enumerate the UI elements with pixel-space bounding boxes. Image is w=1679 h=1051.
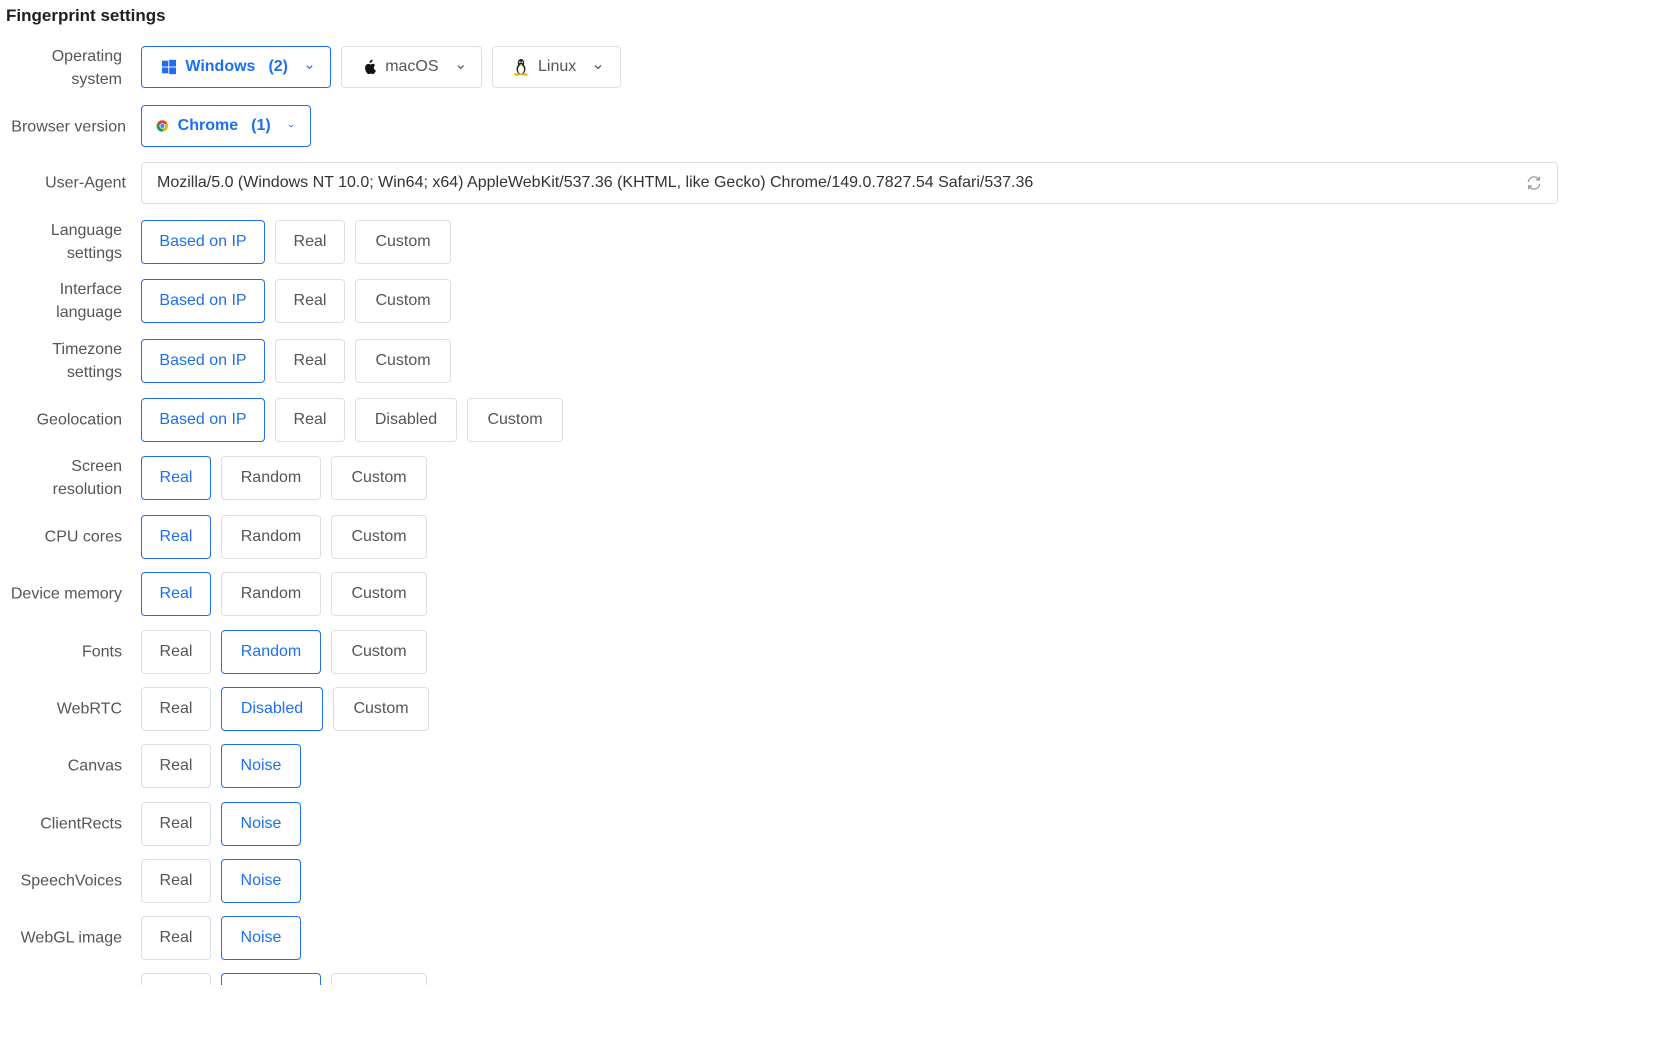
webrtc-label: WebRTC: [56, 700, 122, 718]
canvas-row: Canvas Real Noise: [0, 744, 1679, 788]
speechvoices-option-noise[interactable]: Noise: [221, 859, 301, 903]
cpu-cores-option-random[interactable]: Random: [221, 515, 321, 559]
webgl-image-option-real[interactable]: Real: [141, 916, 211, 960]
os-windows-label: Windows: [185, 58, 256, 75]
language-settings-option-based-on-ip[interactable]: Based on IP: [141, 220, 265, 264]
interface-language-label: Interface language: [56, 281, 122, 321]
browser-chrome-label: Chrome: [177, 117, 239, 134]
fingerprint-settings-page: Fingerprint settings Operating system Wi…: [0, 0, 1679, 1051]
os-macos-dropdown[interactable]: macOS: [341, 46, 482, 88]
interface-language-option-real[interactable]: Real: [275, 279, 345, 323]
interface-language-row: Interface language Based on IP Real Custom: [0, 279, 1679, 323]
timezone-settings-option-based-on-ip[interactable]: Based on IP: [141, 339, 265, 383]
interface-language-option-custom[interactable]: Custom: [355, 279, 451, 323]
browser-label: Browser version: [11, 118, 126, 136]
os-row: Operating system Windows (2) macOS Linux: [0, 46, 1679, 90]
timezone-settings-row: Timezone settings Based on IP Real Custom: [0, 339, 1679, 383]
user-agent-label: User-Agent: [45, 174, 126, 192]
screen-resolution-option-real[interactable]: Real: [141, 456, 211, 500]
cpu-cores-label: CPU cores: [44, 528, 122, 546]
webrtc-row: WebRTC Real Disabled Custom: [0, 687, 1679, 731]
speechvoices-option-real[interactable]: Real: [141, 859, 211, 903]
cpu-cores-option-real[interactable]: Real: [141, 515, 211, 559]
language-settings-option-custom[interactable]: Custom: [355, 220, 451, 264]
os-windows-dropdown[interactable]: Windows (2): [141, 46, 331, 88]
linux-icon: [514, 59, 528, 76]
timezone-settings-label: Timezone settings: [52, 341, 122, 381]
webgl-image-label: WebGL image: [20, 929, 122, 947]
cut-off-option[interactable]: [141, 973, 211, 985]
clientrects-option-real[interactable]: Real: [141, 802, 211, 846]
webgl-image-row: WebGL image Real Noise: [0, 916, 1679, 960]
clientrects-label: ClientRects: [40, 815, 122, 833]
browser-chrome-dropdown[interactable]: Chrome (1): [141, 105, 311, 147]
screen-resolution-label: Screen resolution: [52, 458, 122, 498]
geolocation-row: Geolocation Based on IP Real Disabled Custom: [0, 398, 1679, 442]
language-settings-row: Language settings Based on IP Real Custom: [0, 220, 1679, 264]
fonts-option-real[interactable]: Real: [141, 630, 211, 674]
webrtc-option-real[interactable]: Real: [141, 687, 211, 731]
speechvoices-label: SpeechVoices: [20, 872, 122, 890]
webrtc-option-disabled[interactable]: Disabled: [221, 687, 323, 731]
user-agent-field[interactable]: Mozilla/5.0 (Windows NT 10.0; Win64; x64…: [141, 162, 1558, 204]
cpu-cores-row: CPU cores Real Random Custom: [0, 515, 1679, 559]
language-settings-label: Language settings: [50, 222, 122, 262]
chrome-icon: [156, 120, 169, 132]
fonts-option-custom[interactable]: Custom: [331, 630, 427, 674]
chevron-down-icon: [306, 65, 313, 70]
cut-off-row: [141, 973, 427, 985]
language-settings-option-real[interactable]: Real: [275, 220, 345, 264]
interface-language-option-based-on-ip[interactable]: Based on IP: [141, 279, 265, 323]
chevron-down-icon: [456, 65, 464, 70]
fonts-option-random[interactable]: Random: [221, 630, 321, 674]
device-memory-row: Device memory Real Random Custom: [0, 572, 1679, 616]
chevron-down-icon: [288, 124, 294, 128]
cut-off-option[interactable]: [331, 973, 427, 985]
os-linux-dropdown[interactable]: Linux: [492, 46, 621, 88]
section-title: Fingerprint settings: [6, 6, 166, 25]
webgl-image-option-noise[interactable]: Noise: [221, 916, 301, 960]
clientrects-row: ClientRects Real Noise: [0, 802, 1679, 846]
cpu-cores-option-custom[interactable]: Custom: [331, 515, 427, 559]
chevron-down-icon: [594, 65, 602, 70]
webrtc-option-custom[interactable]: Custom: [333, 687, 429, 731]
os-windows-count: (2): [268, 58, 289, 75]
os-macos-label: macOS: [385, 58, 439, 75]
refresh-icon[interactable]: [1525, 174, 1543, 192]
canvas-label: Canvas: [67, 757, 122, 775]
browser-chrome-count: (1): [251, 117, 271, 134]
timezone-settings-option-real[interactable]: Real: [275, 339, 345, 383]
apple-icon: [365, 59, 376, 75]
geolocation-option-real[interactable]: Real: [275, 398, 345, 442]
fonts-label: Fonts: [81, 643, 122, 661]
device-memory-option-real[interactable]: Real: [141, 572, 211, 616]
os-linux-label: Linux: [538, 58, 577, 75]
geolocation-label: Geolocation: [36, 411, 122, 429]
user-agent-value: Mozilla/5.0 (Windows NT 10.0; Win64; x64…: [157, 174, 1034, 191]
browser-row: Browser version Chrome (1): [0, 105, 1679, 149]
canvas-option-noise[interactable]: Noise: [221, 744, 301, 788]
geolocation-option-based-on-ip[interactable]: Based on IP: [141, 398, 265, 442]
geolocation-option-custom[interactable]: Custom: [467, 398, 563, 442]
os-label: Operating system: [51, 48, 122, 88]
clientrects-option-noise[interactable]: Noise: [221, 802, 301, 846]
user-agent-row: User-Agent Mozilla/5.0 (Windows NT 10.0;…: [0, 162, 1679, 204]
device-memory-option-custom[interactable]: Custom: [331, 572, 427, 616]
windows-icon: [162, 59, 177, 75]
device-memory-option-random[interactable]: Random: [221, 572, 321, 616]
geolocation-option-disabled[interactable]: Disabled: [355, 398, 457, 442]
cut-off-option[interactable]: [221, 973, 321, 985]
screen-resolution-option-custom[interactable]: Custom: [331, 456, 427, 500]
canvas-option-real[interactable]: Real: [141, 744, 211, 788]
screen-resolution-row: Screen resolution Real Random Custom: [0, 456, 1679, 500]
speechvoices-row: SpeechVoices Real Noise: [0, 859, 1679, 903]
timezone-settings-option-custom[interactable]: Custom: [355, 339, 451, 383]
screen-resolution-option-random[interactable]: Random: [221, 456, 321, 500]
device-memory-label: Device memory: [10, 585, 122, 603]
fonts-row: Fonts Real Random Custom: [0, 630, 1679, 674]
